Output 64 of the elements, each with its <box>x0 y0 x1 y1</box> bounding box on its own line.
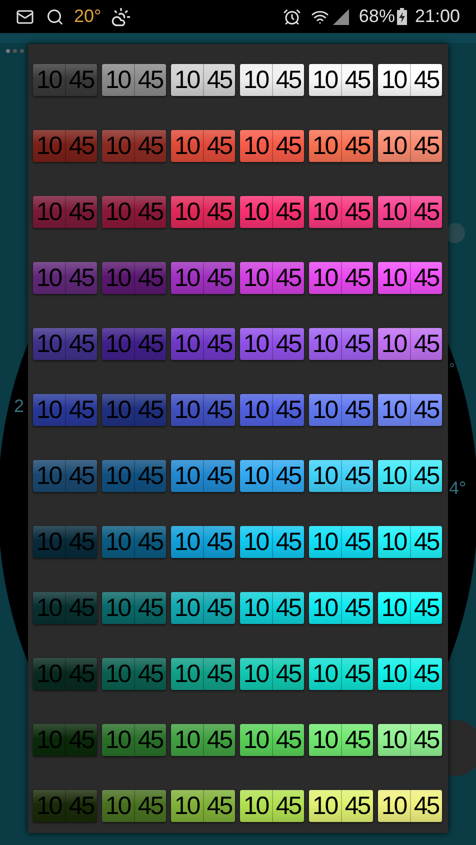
clock-color-swatch[interactable]: 10 45 <box>240 658 304 690</box>
clock-color-swatch[interactable]: 10 45 <box>378 592 442 624</box>
clock-color-swatch[interactable]: 10 45 <box>378 790 442 822</box>
clock-color-swatch[interactable]: 10 45 <box>309 64 373 96</box>
clock-color-swatch[interactable]: 10 45 <box>240 394 304 426</box>
battery-charging-icon <box>396 8 407 25</box>
clock-color-swatch[interactable]: 10 45 <box>240 460 304 492</box>
clock-color-swatch[interactable]: 10 45 <box>309 262 373 294</box>
clock-color-swatch[interactable]: 10 45 <box>171 394 235 426</box>
clock-color-swatch[interactable]: 10 45 <box>171 658 235 690</box>
clock-color-swatch[interactable]: 10 45 <box>378 658 442 690</box>
clock-color-swatch[interactable]: 10 45 <box>102 724 166 756</box>
clock-color-swatch[interactable]: 10 45 <box>240 130 304 162</box>
clock-color-swatch[interactable]: 10 45 <box>378 460 442 492</box>
clock-color-swatch[interactable]: 10 45 <box>240 196 304 228</box>
clock-color-swatch[interactable]: 10 45 <box>171 262 235 294</box>
clock-color-swatch[interactable]: 10 45 <box>240 262 304 294</box>
clock-color-swatch[interactable]: 10 45 <box>240 592 304 624</box>
clock-color-swatch[interactable]: 10 45 <box>309 394 373 426</box>
dial-number: 2 <box>14 395 24 418</box>
clock-color-swatch[interactable]: 10 45 <box>378 526 442 558</box>
clock-color-swatch[interactable]: 10 45 <box>240 526 304 558</box>
clock-color-swatch[interactable]: 10 45 <box>171 592 235 624</box>
clock-color-swatch[interactable]: 10 45 <box>378 724 442 756</box>
search-icon <box>46 8 64 26</box>
clock-color-swatch[interactable]: 10 45 <box>171 196 235 228</box>
clock-color-swatch[interactable]: 10 45 <box>171 790 235 822</box>
clock-color-swatch[interactable]: 10 45 <box>102 592 166 624</box>
clock-color-swatch[interactable]: 10 45 <box>378 262 442 294</box>
clock-color-swatch[interactable]: 10 45 <box>309 658 373 690</box>
clock-color-swatch[interactable]: 10 45 <box>309 328 373 360</box>
clock-color-swatch[interactable]: 10 45 <box>378 394 442 426</box>
clock-color-swatch[interactable]: 10 45 <box>102 790 166 822</box>
battery-percent: 68% <box>358 5 395 28</box>
clock-color-swatch[interactable]: 10 45 <box>240 64 304 96</box>
clock-color-swatch[interactable]: 10 45 <box>378 328 442 360</box>
clock-color-swatch[interactable]: 10 45 <box>309 130 373 162</box>
clock-color-swatch[interactable]: 10 45 <box>378 64 442 96</box>
clock-color-swatch[interactable]: 10 45 <box>171 328 235 360</box>
degree-mark: ° <box>449 359 455 378</box>
clock-color-swatch[interactable]: 10 45 <box>309 526 373 558</box>
clock-color-swatch[interactable]: 10 45 <box>240 328 304 360</box>
clock-color-swatch[interactable]: 10 45 <box>171 724 235 756</box>
weather-icon <box>111 6 132 26</box>
clock-color-swatch[interactable]: 10 45 <box>171 526 235 558</box>
clock-color-swatch[interactable]: 10 45 <box>378 130 442 162</box>
clock-color-swatch[interactable]: 10 45 <box>102 64 166 96</box>
clock-color-swatch[interactable]: 10 45 <box>171 460 235 492</box>
signal-icon <box>332 8 349 24</box>
clock-color-swatch[interactable]: 10 45 <box>309 790 373 822</box>
clock-color-swatch[interactable]: 10 45 <box>309 592 373 624</box>
temperature-reading: 4° <box>449 477 466 500</box>
clock-time: 21:00 <box>414 5 460 28</box>
clock-color-swatch[interactable]: 10 45 <box>309 196 373 228</box>
clock-color-swatch[interactable]: 10 45 <box>309 460 373 492</box>
temperature: 20° <box>74 5 102 28</box>
clock-color-swatch[interactable]: 10 45 <box>240 790 304 822</box>
mail-icon <box>16 8 34 26</box>
alarm-icon <box>282 8 301 26</box>
clock-color-swatch[interactable]: 10 45 <box>240 724 304 756</box>
clock-color-swatch[interactable]: 10 45 <box>171 130 235 162</box>
clock-color-swatch[interactable]: 10 45 <box>171 64 235 96</box>
clock-color-swatch[interactable]: 10 45 <box>378 196 442 228</box>
clock-color-swatch[interactable]: 10 45 <box>309 724 373 756</box>
